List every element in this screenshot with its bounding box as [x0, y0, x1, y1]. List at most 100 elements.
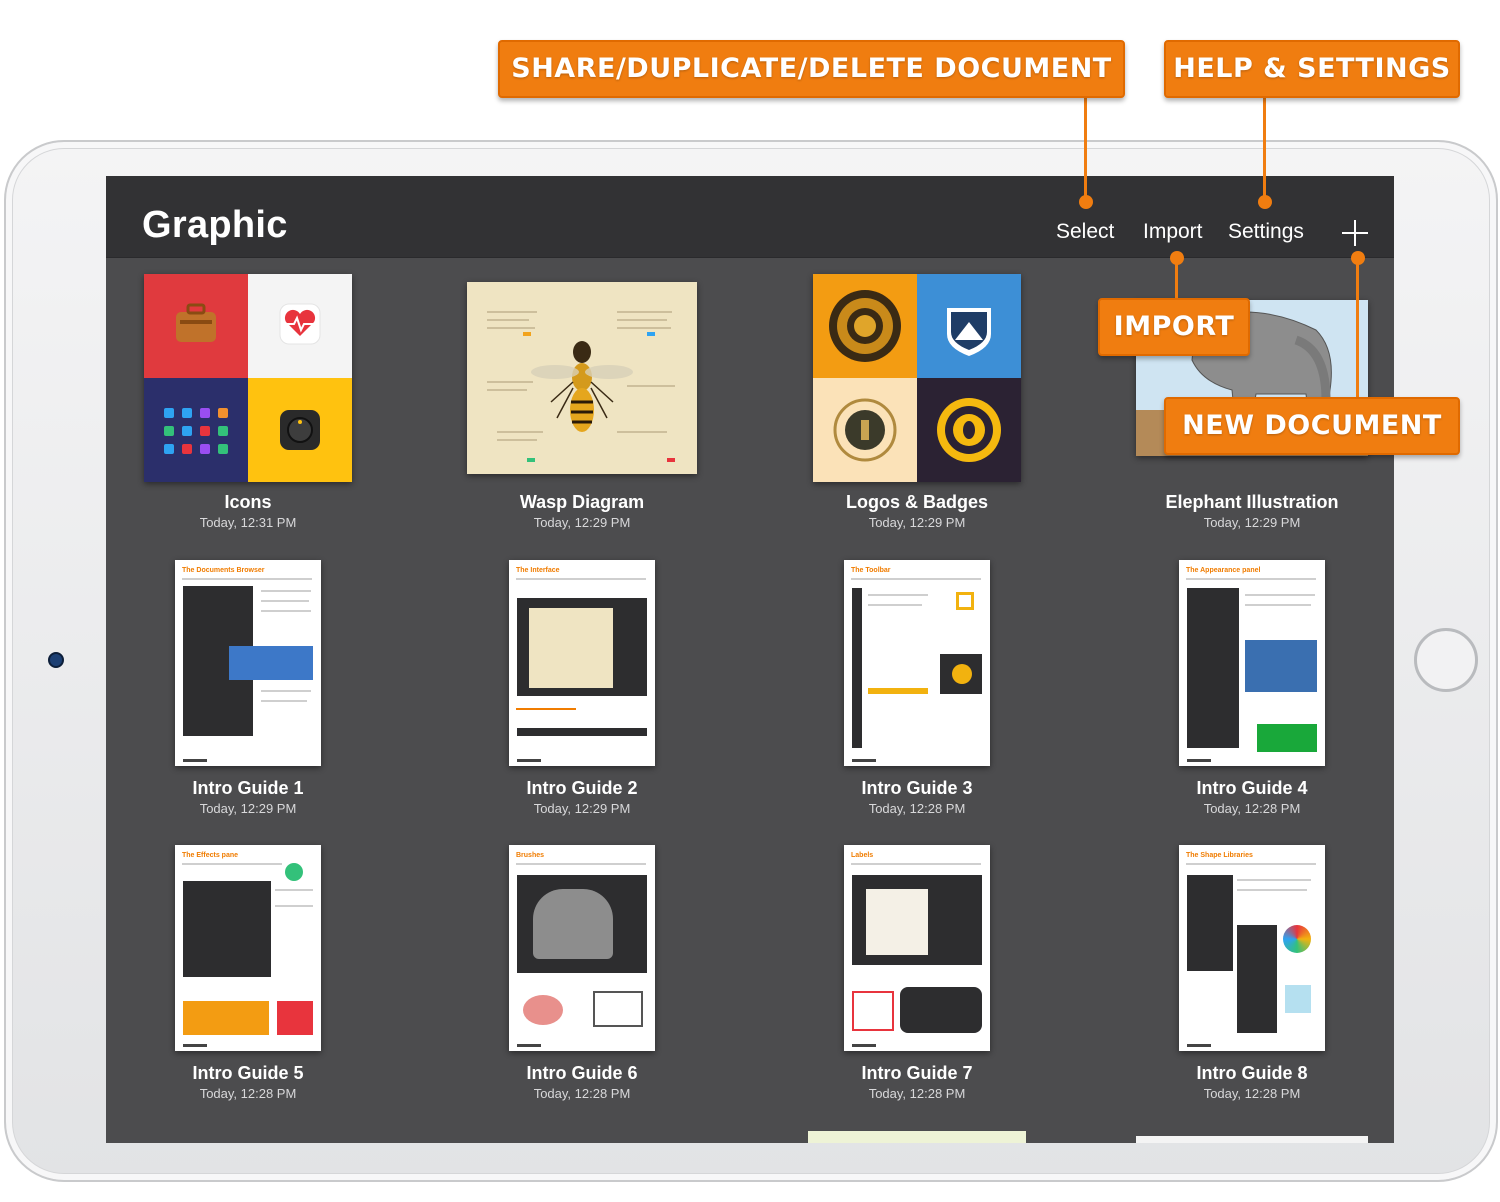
document-tile-logos-badges[interactable]: Logos & Badges Today, 12:29 PM	[767, 274, 1067, 544]
document-name: Intro Guide 6	[526, 1063, 638, 1083]
page-footer	[183, 759, 207, 762]
page-footer	[517, 759, 541, 762]
callout-dot	[1351, 251, 1365, 265]
document-date: Today, 12:28 PM	[533, 1086, 631, 1101]
document-date: Today, 12:29 PM	[533, 801, 631, 816]
document-name: Wasp Diagram	[519, 492, 645, 512]
document-tile-intro-guide-5[interactable]: The Effects pane Intro Guide 5 Today, 12…	[106, 845, 398, 1105]
text-line	[1237, 889, 1307, 891]
app-title: Graphic	[142, 204, 288, 246]
heart-icon	[279, 303, 321, 345]
document-thumbnail	[144, 274, 352, 482]
thumb-quadrant	[248, 274, 352, 378]
thumb-quadrant	[248, 378, 352, 482]
page-footer	[852, 1044, 876, 1047]
document-tile-intro-guide-1[interactable]: The Documents Browser Intro Guide 1 Toda…	[106, 560, 398, 820]
page-heading: Labels	[851, 852, 874, 859]
house-sketch	[593, 991, 643, 1027]
text-line	[261, 590, 311, 592]
document-thumbnail: Labels	[844, 845, 990, 1051]
text-line	[182, 863, 282, 865]
text-line	[261, 600, 309, 602]
text-line	[261, 610, 311, 612]
screenshot-block	[1187, 588, 1239, 748]
toolbar-block	[852, 588, 862, 748]
help-settings-callout: HELP & SETTINGS	[1164, 40, 1460, 98]
select-button[interactable]: Select	[1056, 220, 1114, 244]
document-tile-intro-guide-4[interactable]: The Appearance panel Intro Guide 4 Today…	[1102, 560, 1394, 820]
text-line	[1245, 594, 1315, 596]
page-footer	[1187, 1044, 1211, 1047]
thumb-quadrant	[813, 378, 917, 482]
text-line	[851, 578, 981, 580]
brain-sketch	[523, 995, 563, 1025]
callout-leader	[1263, 98, 1266, 198]
page-footer	[517, 1044, 541, 1047]
camera-icon	[48, 652, 64, 668]
screenshot-block	[229, 646, 313, 680]
document-tile-intro-guide-7[interactable]: Labels Intro Guide 7 Today, 12:28 PM	[767, 845, 1067, 1105]
wasp-illustration	[487, 311, 675, 462]
color-wheel-icon	[1283, 925, 1311, 953]
share-duplicate-delete-callout: SHARE/DUPLICATE/DELETE DOCUMENT	[498, 40, 1125, 98]
shape-sample	[956, 592, 974, 610]
screenshot-block	[900, 987, 982, 1033]
document-thumbnail: The Shape Libraries	[1179, 845, 1325, 1051]
page-footer	[183, 1044, 207, 1047]
page-footer	[852, 759, 876, 762]
bee-badge-icon	[937, 398, 1001, 462]
text-line	[868, 604, 922, 606]
map-sketch	[1285, 985, 1311, 1013]
document-tile-icons[interactable]: Icons Today, 12:31 PM	[106, 274, 398, 544]
document-date: Today, 12:29 PM	[868, 515, 966, 530]
document-date: Today, 12:28 PM	[868, 1086, 966, 1101]
document-tile-intro-guide-6[interactable]: Brushes Intro Guide 6 Today, 12:28 PM	[432, 845, 732, 1105]
document-date: Today, 12:28 PM	[199, 1086, 297, 1101]
text-line	[1237, 879, 1311, 881]
anchor-badge-icon	[833, 398, 897, 462]
callout-leader	[1356, 258, 1359, 400]
screenshot-block	[517, 728, 647, 736]
document-name: Intro Guide 4	[1196, 778, 1308, 798]
document-name: Intro Guide 1	[192, 778, 304, 798]
settings-button[interactable]: Settings	[1228, 220, 1304, 244]
page-heading: The Toolbar	[851, 567, 891, 574]
callout-dot	[1079, 195, 1093, 209]
document-tile-intro-guide-3[interactable]: The Toolbar Intro Guide 3 Today, 12:28 P…	[767, 560, 1067, 820]
floor-plan-sketch	[866, 889, 928, 955]
text-line	[516, 708, 576, 710]
partial-thumbnail	[808, 1131, 1026, 1143]
document-date: Today, 12:29 PM	[533, 515, 631, 530]
document-thumbnail: Brushes	[509, 845, 655, 1051]
page-heading: The Appearance panel	[1186, 567, 1261, 574]
document-tile-intro-guide-8[interactable]: The Shape Libraries Intro Guide 8 Today,…	[1102, 845, 1394, 1105]
document-tile-wasp-diagram[interactable]: Wasp Diagram Today, 12:29 PM	[432, 274, 732, 544]
thumb-quadrant	[144, 274, 248, 378]
document-thumbnail	[467, 282, 697, 474]
document-name: Intro Guide 2	[526, 778, 638, 798]
lion-badge-icon	[829, 290, 901, 362]
document-thumbnail	[813, 274, 1021, 482]
document-thumbnail: The Appearance panel	[1179, 560, 1325, 766]
document-date: Today, 12:29 PM	[199, 801, 297, 816]
text-line	[1245, 604, 1311, 606]
import-button[interactable]: Import	[1143, 220, 1203, 244]
plus-icon[interactable]	[1342, 220, 1368, 246]
callout-leader	[1084, 98, 1087, 198]
screenshot-block	[1245, 640, 1317, 692]
screenshot-block	[183, 881, 271, 977]
everest-badge-icon	[947, 308, 991, 356]
app-grid-icon	[164, 408, 228, 454]
knob-icon	[280, 410, 320, 450]
page-heading: Brushes	[516, 852, 545, 859]
home-button[interactable]	[1414, 628, 1478, 692]
document-thumbnail: The Documents Browser	[175, 560, 321, 766]
thumb-quadrant	[917, 378, 1021, 482]
text-line	[1186, 578, 1316, 580]
callout-dot	[1258, 195, 1272, 209]
document-tile-intro-guide-2[interactable]: The Interface Intro Guide 2 Today, 12:29…	[432, 560, 732, 820]
page-heading: The Shape Libraries	[1186, 852, 1253, 859]
document-date: Today, 12:28 PM	[1203, 1086, 1301, 1101]
text-line	[182, 578, 312, 580]
thumb-quadrant	[917, 274, 1021, 378]
